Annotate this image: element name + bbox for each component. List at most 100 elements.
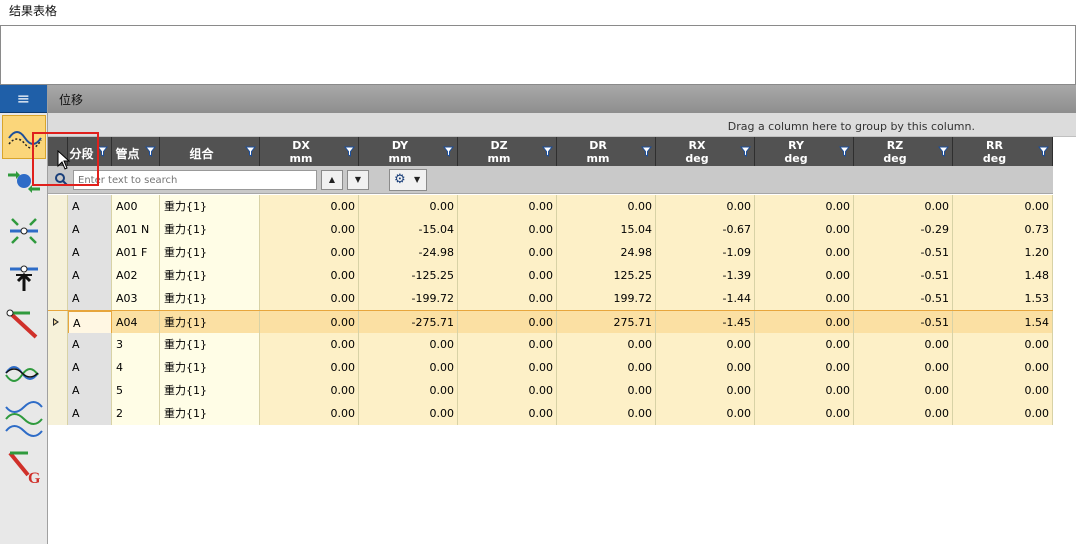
cell-rz[interactable]: -0.51 [854,287,953,310]
cell-ry[interactable]: 0.00 [755,311,854,334]
cell-ry[interactable]: 0.00 [755,241,854,264]
cell-rx[interactable]: -0.67 [656,218,755,241]
cell-dz[interactable]: 0.00 [458,287,557,310]
tab-displacement[interactable]: 位移 [59,91,83,108]
cell-dy[interactable]: 0.00 [359,379,458,402]
cell-dy[interactable]: -125.25 [359,264,458,287]
cell-node[interactable]: A00 [112,195,160,218]
cell-rx[interactable]: -1.39 [656,264,755,287]
cell-seg[interactable]: A [68,264,112,287]
cell-dx[interactable]: 0.00 [260,195,359,218]
table-row[interactable]: A A03 重力{1} 0.00 -199.72 0.00 199.72 -1.44 0.00-… [48,287,1053,310]
column-header-dr[interactable]: DR mm [557,137,656,166]
cell-node[interactable]: A04 [112,311,160,334]
cell-seg[interactable]: A [68,241,112,264]
cell-dx[interactable]: 0.00 [260,264,359,287]
filter-icon[interactable] [641,146,652,157]
table-row[interactable]: A A01 N 重力{1} 0.00 -15.04 0.00 15.04 -0.67 0.00-… [48,218,1053,241]
cell-rr[interactable]: 1.48 [953,264,1053,287]
cell-combo[interactable]: 重力{1} [160,218,260,241]
options-button[interactable]: ⚙ ▼ [389,169,427,191]
restraint-tool-button[interactable] [2,257,46,301]
cell-rz[interactable]: 0.00 [854,333,953,356]
cell-dy[interactable]: 0.00 [359,402,458,425]
filter-icon[interactable] [740,146,751,157]
filter-icon[interactable] [839,146,850,157]
cell-dz[interactable]: 0.00 [458,218,557,241]
cell-rx[interactable]: 0.00 [656,356,755,379]
table-row[interactable]: A A02 重力{1} 0.00 -125.25 0.00 125.25 -1.39 0.00-… [48,264,1053,287]
cell-node[interactable]: 2 [112,402,160,425]
hamburger-menu-button[interactable]: ≡ [0,85,47,113]
cell-seg[interactable]: A [68,287,112,310]
row-indicator[interactable] [48,311,68,334]
cell-rx[interactable]: -1.44 [656,287,755,310]
cell-dx[interactable]: 0.00 [260,402,359,425]
cell-dz[interactable]: 0.00 [458,195,557,218]
row-indicator[interactable] [48,402,68,425]
cell-rz[interactable]: -0.51 [854,311,953,334]
cell-ry[interactable]: 0.00 [755,218,854,241]
cell-dz[interactable]: 0.00 [458,402,557,425]
column-header-rr[interactable]: RR deg [953,137,1053,166]
cell-rr[interactable]: 1.53 [953,287,1053,310]
search-next-button[interactable]: ▼ [347,170,369,190]
column-header-dx[interactable]: DX mm [260,137,359,166]
cell-dr[interactable]: 0.00 [557,379,656,402]
cell-node[interactable]: 3 [112,333,160,356]
table-row[interactable]: A 5 重力{1} 0.00 0.00 0.00 0.00 0.00 0.00 0.00 0.00 [48,379,1053,402]
row-indicator[interactable] [48,218,68,241]
table-row[interactable]: A 4 重力{1} 0.00 0.00 0.00 0.00 0.00 0.00 0.00 0.00 [48,356,1053,379]
cell-seg[interactable]: A [68,379,112,402]
wave-tool-button[interactable] [2,351,46,395]
cell-rr[interactable]: 0.00 [953,356,1053,379]
row-indicator[interactable] [48,195,68,218]
cell-ry[interactable]: 0.00 [755,402,854,425]
cell-ry[interactable]: 0.00 [755,333,854,356]
filter-icon[interactable] [938,146,949,157]
cell-rr[interactable]: 0.00 [953,379,1053,402]
cell-rz[interactable]: 0.00 [854,195,953,218]
filter-icon[interactable] [145,146,156,157]
cell-seg[interactable]: A [68,218,112,241]
filter-icon[interactable] [542,146,553,157]
cell-dr[interactable]: 0.00 [557,333,656,356]
search-prev-button[interactable]: ▲ [321,170,343,190]
column-header-dz[interactable]: DZ mm [458,137,557,166]
cell-dr[interactable]: 0.00 [557,356,656,379]
group-by-panel[interactable]: Drag a column here to group by this colu… [48,113,1076,137]
column-header-node[interactable]: 管点 [112,137,160,166]
cell-rz[interactable]: 0.00 [854,379,953,402]
search-input[interactable] [74,171,316,189]
cell-rx[interactable]: 0.00 [656,195,755,218]
cell-rr[interactable]: 0.73 [953,218,1053,241]
member-tool-button[interactable] [2,303,46,347]
cell-dr[interactable]: 15.04 [557,218,656,241]
column-header-rx[interactable]: RX deg [656,137,755,166]
row-indicator[interactable] [48,287,68,310]
cell-dz[interactable]: 0.00 [458,379,557,402]
cell-combo[interactable]: 重力{1} [160,356,260,379]
cell-dx[interactable]: 0.00 [260,311,359,334]
cell-seg[interactable]: A [68,333,112,356]
cell-rr[interactable]: 1.20 [953,241,1053,264]
row-indicator[interactable] [48,241,68,264]
cell-node[interactable]: 4 [112,356,160,379]
cell-dz[interactable]: 0.00 [458,264,557,287]
cell-combo[interactable]: 重力{1} [160,287,260,310]
cell-dr[interactable]: 0.00 [557,402,656,425]
cell-dx[interactable]: 0.00 [260,356,359,379]
cell-ry[interactable]: 0.00 [755,356,854,379]
cell-node[interactable]: 5 [112,379,160,402]
cell-dx[interactable]: 0.00 [260,241,359,264]
cell-combo[interactable]: 重力{1} [160,264,260,287]
global-tool-button[interactable]: G [2,443,46,487]
cell-dy[interactable]: -275.71 [359,311,458,334]
row-indicator[interactable] [48,333,68,356]
cell-combo[interactable]: 重力{1} [160,402,260,425]
filter-icon[interactable] [1038,146,1049,157]
column-header-rz[interactable]: RZ deg [854,137,953,166]
filter-icon[interactable] [245,146,256,157]
search-box[interactable] [73,170,317,190]
cell-rr[interactable]: 0.00 [953,195,1053,218]
